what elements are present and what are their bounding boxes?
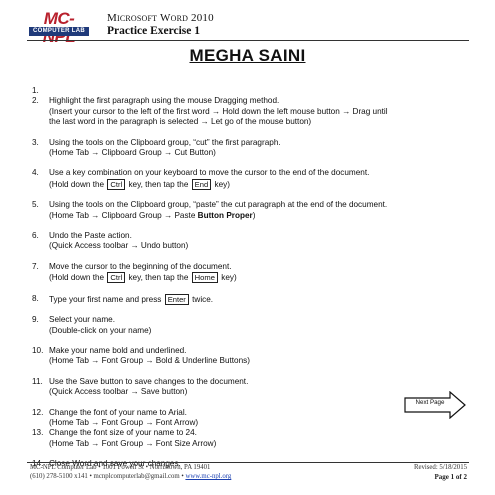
page-number: Page 1 of 2 xyxy=(434,473,467,481)
footer-contact: (610) 278-5100 x141 • mcnplcomputerlab@g… xyxy=(30,473,232,480)
key-enter: Enter xyxy=(164,293,189,305)
step-5: 5. Using the tools on the Clipboard grou… xyxy=(32,200,388,220)
logo-subtitle: COMPUTER LAB xyxy=(29,27,89,36)
website-link[interactable]: www.mc-npl.org xyxy=(185,473,231,480)
key-home: Home xyxy=(191,272,218,284)
footer-address: MC-NPL Computer Lab • 1001 Powell St • N… xyxy=(30,464,211,471)
header-subtitle: Practice Exercise 1 xyxy=(107,25,201,37)
header-title: Microsoft Word 2010 xyxy=(107,12,214,24)
key-end: End xyxy=(191,178,212,190)
key-ctrl: Ctrl xyxy=(107,178,126,190)
page-title: MEGHA SAINI xyxy=(189,46,306,65)
footer-revised: Revised: 5/18/2015 xyxy=(413,464,467,471)
step-13: 13. Change the font size of your name to… xyxy=(32,428,217,448)
step-3: 3. Using the tools on the Clipboard grou… xyxy=(32,137,281,158)
step-8: 8. Type your first name and press Enter … xyxy=(32,293,214,305)
step-1: 1. xyxy=(32,86,39,95)
step-9: 9. Select your name. (Double-click on yo… xyxy=(32,315,152,335)
step-4: 4. Use a key combination on your keyboar… xyxy=(32,168,370,190)
header-divider xyxy=(27,40,469,41)
next-page-label: Next Page xyxy=(415,399,445,406)
step-10: 10. Make your name bold and underlined. … xyxy=(32,345,250,366)
step-6: 6. Undo the Paste action. (Quick Access … xyxy=(32,231,189,251)
key-ctrl: Ctrl xyxy=(107,272,126,284)
step-2: 2. Highlight the first paragraph using t… xyxy=(32,96,388,127)
footer-divider xyxy=(27,462,469,463)
step-7: 7. Move the cursor to the beginning of t… xyxy=(32,261,237,284)
document-page: MC-NPL COMPUTER LAB Microsoft Word 2010 … xyxy=(0,0,495,495)
